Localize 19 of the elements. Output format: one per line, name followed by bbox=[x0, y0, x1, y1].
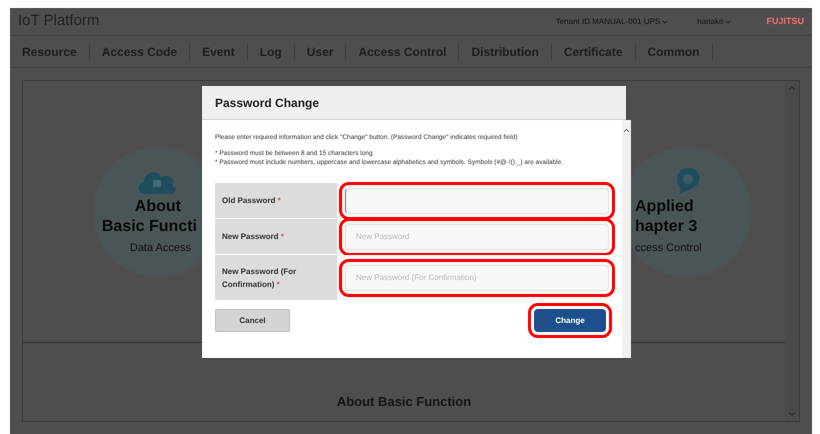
dialog-title: Password Change bbox=[215, 94, 320, 112]
user-menu[interactable]: hanako bbox=[697, 16, 732, 28]
card-subtitle: ccess Control bbox=[635, 241, 702, 256]
card-title: About bbox=[134, 197, 181, 216]
tenant-menu[interactable]: Tenant ID MANUAL-001 UPS bbox=[556, 16, 670, 28]
field-label: New Password (For Confirmation) * bbox=[222, 266, 298, 290]
cancel-button[interactable]: Cancel bbox=[215, 309, 290, 332]
scroll-up-icon[interactable] bbox=[622, 126, 631, 135]
card-title: Basic Functi bbox=[102, 217, 197, 236]
section-heading: About Basic Function bbox=[336, 392, 472, 410]
dialog-scrollbar[interactable] bbox=[622, 120, 631, 358]
card-subtitle: Data Access bbox=[130, 241, 191, 256]
scrollbar[interactable] bbox=[785, 81, 799, 421]
card-title: Applied bbox=[635, 197, 694, 216]
field-label: New Password * bbox=[222, 231, 284, 243]
company-logo: FUJITSU bbox=[766, 14, 804, 28]
card-title: hapter 3 bbox=[635, 217, 698, 236]
change-button[interactable]: Change bbox=[534, 309, 606, 332]
field-label: Old Password * bbox=[222, 195, 281, 207]
